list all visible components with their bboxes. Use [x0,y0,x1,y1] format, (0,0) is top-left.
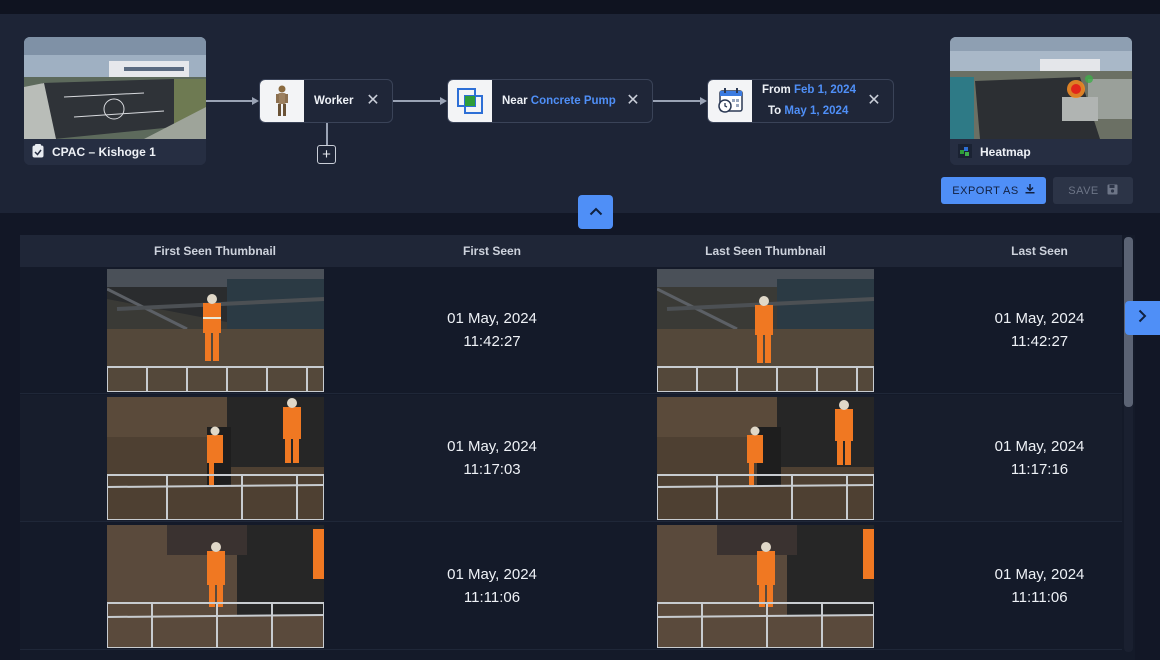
heatmap-icon [958,143,972,161]
table-header: First Seen Thumbnail First Seen Last See… [20,235,1122,267]
save-label: SAVE [1068,184,1099,197]
chevron-up-icon [589,203,603,221]
first-seen-thumbnail[interactable] [106,396,324,520]
first-seen-thumbnail-cell [20,267,410,393]
last-seen-thumbnail-cell [574,267,957,393]
last-seen-thumbnail[interactable] [657,396,874,520]
filter-node-date-range[interactable]: From Feb 1, 2024 To May 1, 2024 ✕ [707,79,894,123]
last-seen-cell: 01 May, 2024 11:11:06 [957,523,1122,649]
column-header-first-seen-thumbnail[interactable]: First Seen Thumbnail [20,235,410,267]
remove-worker-filter-close-icon[interactable]: ✕ [364,92,382,110]
first-seen-thumbnail[interactable] [106,268,324,392]
last-seen-date: 01 May, 2024 [994,566,1085,583]
date-from-value[interactable]: Feb 1, 2024 [794,84,856,96]
connector-line [653,100,700,102]
heatmap-thumbnail [950,37,1132,139]
last-seen-time: 11:17:16 [1010,461,1069,478]
last-seen-thumbnail-cell [574,395,957,521]
arrow-head-icon [252,97,259,105]
last-seen-date: 01 May, 2024 [994,438,1085,455]
first-seen-cell: 01 May, 2024 11:17:03 [410,395,574,521]
last-seen-date: 01 May, 2024 [994,310,1085,327]
table-row[interactable]: 01 May, 2024 11:11:06 01 May, 2024 11:11… [20,523,1122,650]
filter-node-worker-label: Worker [314,94,354,107]
output-name: Heatmap [980,145,1031,159]
filter-node-near[interactable]: Near Concrete Pump ✕ [447,79,653,123]
arrow-head-icon [440,97,447,105]
add-filter-button[interactable]: + [317,145,336,164]
arrow-head-icon [700,97,707,105]
export-as-button[interactable]: EXPORT AS [941,177,1046,204]
filter-node-date-label: From Feb 1, 2024 To May 1, 2024 [752,80,856,122]
first-seen-cell: 01 May, 2024 11:42:27 [410,267,574,393]
date-to-value[interactable]: May 1, 2024 [784,105,848,117]
date-from-label: From [762,84,791,96]
near-target[interactable]: Concrete Pump [531,95,616,107]
table-row[interactable]: 01 May, 2024 11:42:27 01 May, 2024 11:42… [20,267,1122,394]
first-seen-time: 11:11:06 [463,589,521,606]
remove-date-filter-close-icon[interactable]: ✕ [865,92,883,110]
save-button[interactable]: SAVE [1053,177,1133,204]
column-header-first-seen[interactable]: First Seen [410,235,574,267]
connector-line [393,100,440,102]
last-seen-thumbnail[interactable] [657,524,874,648]
branch-connector-line [326,123,328,145]
top-strip [0,0,1160,14]
connector-line [206,100,252,102]
column-header-last-seen-thumbnail[interactable]: Last Seen Thumbnail [574,235,957,267]
source-camera-thumbnail [24,37,206,139]
chevron-right-icon [1138,309,1147,328]
first-seen-time: 11:42:27 [463,333,521,350]
remove-near-filter-close-icon[interactable]: ✕ [624,92,642,110]
first-seen-date: 01 May, 2024 [447,310,537,327]
first-seen-thumbnail-cell [20,395,410,521]
first-seen-time: 11:17:03 [463,461,521,478]
last-seen-time: 11:11:06 [1011,589,1068,606]
last-seen-cell: 01 May, 2024 11:42:27 [957,267,1122,393]
table-row[interactable]: 01 May, 2024 11:17:03 01 May, 2024 11:17… [20,395,1122,522]
source-camera-card[interactable]: CPAC – Kishoge 1 [24,37,206,165]
source-camera-name: CPAC – Kishoge 1 [52,145,156,159]
column-header-last-seen[interactable]: Last Seen [957,235,1122,267]
next-page-button[interactable] [1125,301,1160,335]
last-seen-time: 11:42:27 [1010,333,1069,350]
near-prefix: Near [502,94,528,107]
date-to-label: To [768,105,782,117]
calendar-clock-icon [708,80,752,122]
first-seen-cell: 01 May, 2024 11:11:06 [410,523,574,649]
table-scrollbar[interactable] [1124,237,1133,652]
first-seen-thumbnail-cell [20,523,410,649]
last-seen-thumbnail[interactable] [657,268,874,392]
overlap-squares-icon [448,80,492,122]
first-seen-date: 01 May, 2024 [447,438,537,455]
worker-icon [260,80,304,122]
collapse-panel-button[interactable] [578,195,613,229]
filter-node-worker[interactable]: Worker ✕ [259,79,393,123]
download-icon [1025,184,1035,197]
results-table: First Seen Thumbnail First Seen Last See… [20,235,1135,660]
source-camera-caption: CPAC – Kishoge 1 [24,139,206,165]
export-as-label: EXPORT AS [952,184,1019,197]
first-seen-thumbnail[interactable] [106,524,324,648]
filter-node-near-label: Near Concrete Pump [492,91,616,112]
site-badge-icon [32,143,44,161]
last-seen-thumbnail-cell [574,523,957,649]
first-seen-date: 01 May, 2024 [447,566,537,583]
heatmap-caption: Heatmap [950,139,1132,165]
output-heatmap-card[interactable]: Heatmap [950,37,1132,165]
last-seen-cell: 01 May, 2024 11:17:16 [957,395,1122,521]
save-disk-icon [1107,184,1118,198]
